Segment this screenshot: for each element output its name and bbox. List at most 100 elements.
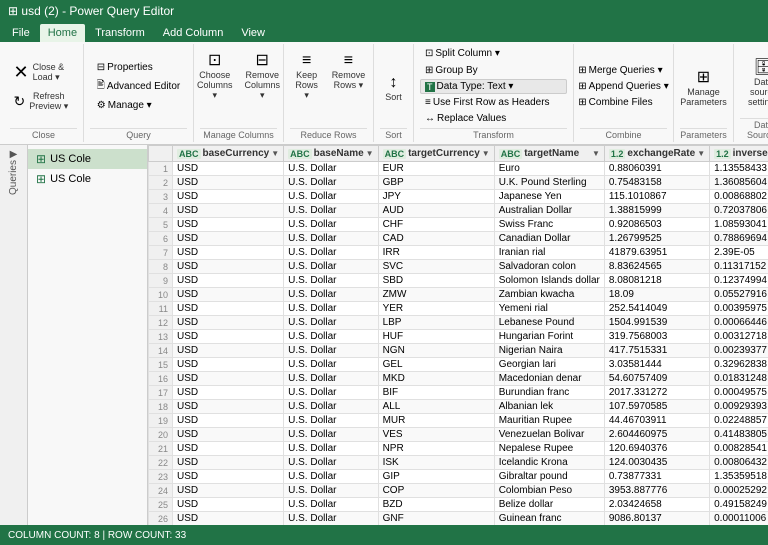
row-number: 13: [149, 330, 173, 344]
row-number: 15: [149, 358, 173, 372]
group-by-button[interactable]: ⊞Group By: [420, 63, 483, 78]
cell-baseCurrency: USD: [173, 274, 284, 288]
remove-rows-button[interactable]: ≡ RemoveRows ▾: [328, 50, 370, 94]
table-row: 3USDU.S. DollarJPYJapanese Yen115.101086…: [149, 190, 768, 204]
col-header-exchangeRate[interactable]: 1.2 exchangeRate ▼: [604, 146, 709, 162]
cell-exchangeRate: 124.0030435: [604, 456, 709, 470]
cell-inverseRate: 0.00066446: [710, 316, 768, 330]
refresh-preview-button[interactable]: ↻ RefreshPreview ▾: [9, 87, 79, 115]
tab-transform[interactable]: Transform: [87, 24, 153, 42]
tab-view[interactable]: View: [233, 24, 273, 42]
col-header-targetCurrency[interactable]: ABC targetCurrency ▼: [378, 146, 494, 162]
col-header-baseCurrency[interactable]: ABC baseCurrency ▼: [173, 146, 284, 162]
row-number: 20: [149, 428, 173, 442]
cell-inverseRate: 0.00049575: [710, 386, 768, 400]
choose-columns-button[interactable]: ⊡ ChooseColumns ▾: [192, 50, 238, 104]
cell-targetCurrency: NGN: [378, 344, 494, 358]
split-column-button[interactable]: ⊡Split Column ▾: [420, 46, 505, 61]
cell-targetCurrency: GNF: [378, 512, 494, 526]
cell-inverseRate: 0.02248857: [710, 414, 768, 428]
ribbon-group-reduce-rows: ≡ KeepRows ▾ ≡ RemoveRows ▾ Reduce Rows: [284, 44, 374, 142]
col-filter-exchangeRate[interactable]: ▼: [697, 149, 705, 158]
cell-exchangeRate: 107.5970585: [604, 400, 709, 414]
query-item-usd[interactable]: ⊞ US Cole: [28, 149, 147, 169]
advanced-editor-button[interactable]: 🖹Advanced Editor: [92, 76, 185, 97]
row-number: 3: [149, 190, 173, 204]
remove-columns-button[interactable]: ⊟ RemoveColumns ▾: [240, 50, 286, 104]
row-number: 2: [149, 176, 173, 190]
col-header-inverseRate[interactable]: 1.2 inverseRate ▼: [710, 146, 768, 162]
cell-exchangeRate: 54.60757409: [604, 372, 709, 386]
cell-targetName: Hungarian Forint: [494, 330, 604, 344]
cell-baseName: U.S. Dollar: [284, 246, 378, 260]
data-type-button[interactable]: T Data Type: Text ▾: [420, 79, 567, 94]
row-number: 5: [149, 218, 173, 232]
cell-baseName: U.S. Dollar: [284, 190, 378, 204]
queries-toggle-panel[interactable]: ▶ Queries: [0, 145, 28, 525]
tab-file[interactable]: File: [4, 24, 38, 42]
table-row: 1USDU.S. DollarEUREuro0.880603911.135584…: [149, 162, 768, 176]
cell-inverseRate: 0.00806432: [710, 456, 768, 470]
cell-baseName: U.S. Dollar: [284, 428, 378, 442]
cell-exchangeRate: 319.7568003: [604, 330, 709, 344]
cell-targetCurrency: IRR: [378, 246, 494, 260]
ribbon-group-transform: ⊡Split Column ▾ ⊞Group By T Data Type: T…: [414, 44, 574, 142]
cell-targetCurrency: NPR: [378, 442, 494, 456]
use-first-row-button[interactable]: ≡Use First Row as Headers: [420, 95, 567, 110]
cell-targetCurrency: BIF: [378, 386, 494, 400]
cell-targetCurrency: SVC: [378, 260, 494, 274]
col-header-targetName[interactable]: ABC targetName ▼: [494, 146, 604, 162]
col-label-inverseRate: inverseRate: [733, 148, 768, 159]
tab-add-column[interactable]: Add Column: [155, 24, 232, 42]
manage-parameters-button[interactable]: ⊞ ManageParameters: [675, 67, 732, 110]
cell-targetCurrency: GBP: [378, 176, 494, 190]
cell-targetCurrency: HUF: [378, 330, 494, 344]
cell-exchangeRate: 0.73877331: [604, 470, 709, 484]
cell-targetName: Iranian rial: [494, 246, 604, 260]
cell-exchangeRate: 1.26799525: [604, 232, 709, 246]
row-number: 12: [149, 316, 173, 330]
row-number: 19: [149, 414, 173, 428]
cell-inverseRate: 0.78869694: [710, 232, 768, 246]
col-label-exchangeRate: exchangeRate: [627, 148, 695, 159]
merge-queries-button[interactable]: ⊞Merge Queries ▾: [573, 63, 673, 78]
ribbon-group-manage-columns: ⊡ ChooseColumns ▾ ⊟ RemoveColumns ▾ Mana…: [194, 44, 284, 142]
cell-targetCurrency: CAD: [378, 232, 494, 246]
row-number: 23: [149, 470, 173, 484]
cell-baseCurrency: USD: [173, 414, 284, 428]
sort-button[interactable]: ↕ Sort: [376, 72, 412, 105]
cell-exchangeRate: 3953.887776: [604, 484, 709, 498]
col-label-targetName: targetName: [524, 148, 579, 159]
table-row: 11USDU.S. DollarYERYemeni rial252.541404…: [149, 302, 768, 316]
col-filter-targetName[interactable]: ▼: [592, 149, 600, 158]
title-bar: ⊞ usd (2) - Power Query Editor: [0, 0, 768, 22]
cell-targetName: Nigerian Naira: [494, 344, 604, 358]
table-row: 16USDU.S. DollarMKDMacedonian denar54.60…: [149, 372, 768, 386]
row-number: 21: [149, 442, 173, 456]
append-queries-button[interactable]: ⊞Append Queries ▾: [573, 79, 673, 94]
cell-inverseRate: 2.39E-05: [710, 246, 768, 260]
query-item-usd2[interactable]: ⊞ US Cole: [28, 169, 147, 189]
manage-button[interactable]: ⚙Manage ▾: [92, 98, 185, 113]
queries-toggle-icon[interactable]: ▶: [10, 149, 18, 160]
col-header-baseName[interactable]: ABC baseName ▼: [284, 146, 378, 162]
cell-baseName: U.S. Dollar: [284, 302, 378, 316]
combine-files-button[interactable]: ⊞Combine Files: [573, 95, 673, 110]
keep-rows-button[interactable]: ≡ KeepRows ▾: [288, 50, 326, 104]
cell-baseName: U.S. Dollar: [284, 232, 378, 246]
col-filter-baseName[interactable]: ▼: [366, 149, 374, 158]
cell-baseCurrency: USD: [173, 456, 284, 470]
col-filter-targetCurrency[interactable]: ▼: [482, 149, 490, 158]
tab-home[interactable]: Home: [40, 24, 85, 42]
cell-baseName: U.S. Dollar: [284, 372, 378, 386]
properties-button[interactable]: ⊟Properties: [92, 60, 185, 75]
data-source-settings-button[interactable]: 🗄 Data sourcesettings: [740, 57, 768, 110]
row-number: 17: [149, 386, 173, 400]
cell-targetCurrency: SBD: [378, 274, 494, 288]
col-filter-baseCurrency[interactable]: ▼: [271, 149, 279, 158]
replace-values-button[interactable]: ↔Replace Values: [420, 111, 567, 126]
close-load-button[interactable]: ✕ Close &Load ▾: [9, 58, 79, 86]
cell-baseName: U.S. Dollar: [284, 484, 378, 498]
cell-baseName: U.S. Dollar: [284, 498, 378, 512]
cell-baseCurrency: USD: [173, 484, 284, 498]
